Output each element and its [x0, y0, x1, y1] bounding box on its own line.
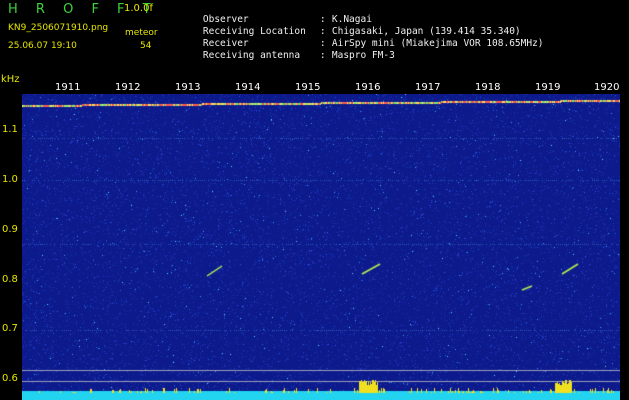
y-axis-unit: kHz [1, 74, 20, 85]
x-tick-label: 1912 [115, 82, 141, 93]
info-separator: : [319, 38, 326, 49]
info-separator: : [319, 50, 326, 61]
info-key: Receiving Location [202, 26, 306, 37]
info-value: Maspro FM-3 [331, 50, 395, 61]
y-tick-label: 1.1 [2, 124, 18, 135]
info-key: Receiver [202, 38, 249, 49]
meteor-label: meteor [125, 28, 158, 38]
info-value: AirSpy mini (Miakejima VOR 108.65MHz) [331, 38, 544, 49]
x-tick-label: 1914 [235, 82, 261, 93]
x-tick-label: 1920 [594, 82, 620, 93]
x-tick-label: 1917 [415, 82, 441, 93]
y-tick-label: 0.7 [2, 323, 18, 334]
spectrogram [22, 94, 620, 400]
info-value: Chigasaki, Japan (139.414 35.340) [331, 26, 521, 37]
info-separator: : [319, 26, 326, 37]
meteor-count: 54 [140, 41, 152, 51]
observation-info: Observer: K.Nagai Receiving Location: Chig… [180, 3, 544, 61]
x-tick-label: 1918 [475, 82, 501, 93]
file-name: KN9_2506071910.png [8, 23, 109, 33]
info-row-observer: Observer: K.Nagai [180, 3, 544, 25]
datetime-label: 25.06.07 19:10 [8, 41, 77, 51]
info-value: K.Nagai [331, 14, 372, 25]
info-separator: : [319, 14, 326, 25]
spectrogram-canvas [22, 94, 620, 400]
version-label: 1.0.0f [124, 3, 153, 14]
y-tick-label: 0.6 [2, 373, 18, 384]
y-tick-label: 0.9 [2, 224, 18, 235]
x-tick-label: 1919 [535, 82, 561, 93]
x-tick-label: 1911 [55, 82, 81, 93]
x-tick-label: 1913 [175, 82, 201, 93]
y-tick-label: 0.8 [2, 274, 18, 285]
x-tick-label: 1915 [295, 82, 321, 93]
info-key: Receiving antenna [202, 50, 301, 61]
info-key: Observer [202, 14, 249, 25]
y-tick-label: 1.0 [2, 174, 18, 185]
x-tick-label: 1916 [355, 82, 381, 93]
